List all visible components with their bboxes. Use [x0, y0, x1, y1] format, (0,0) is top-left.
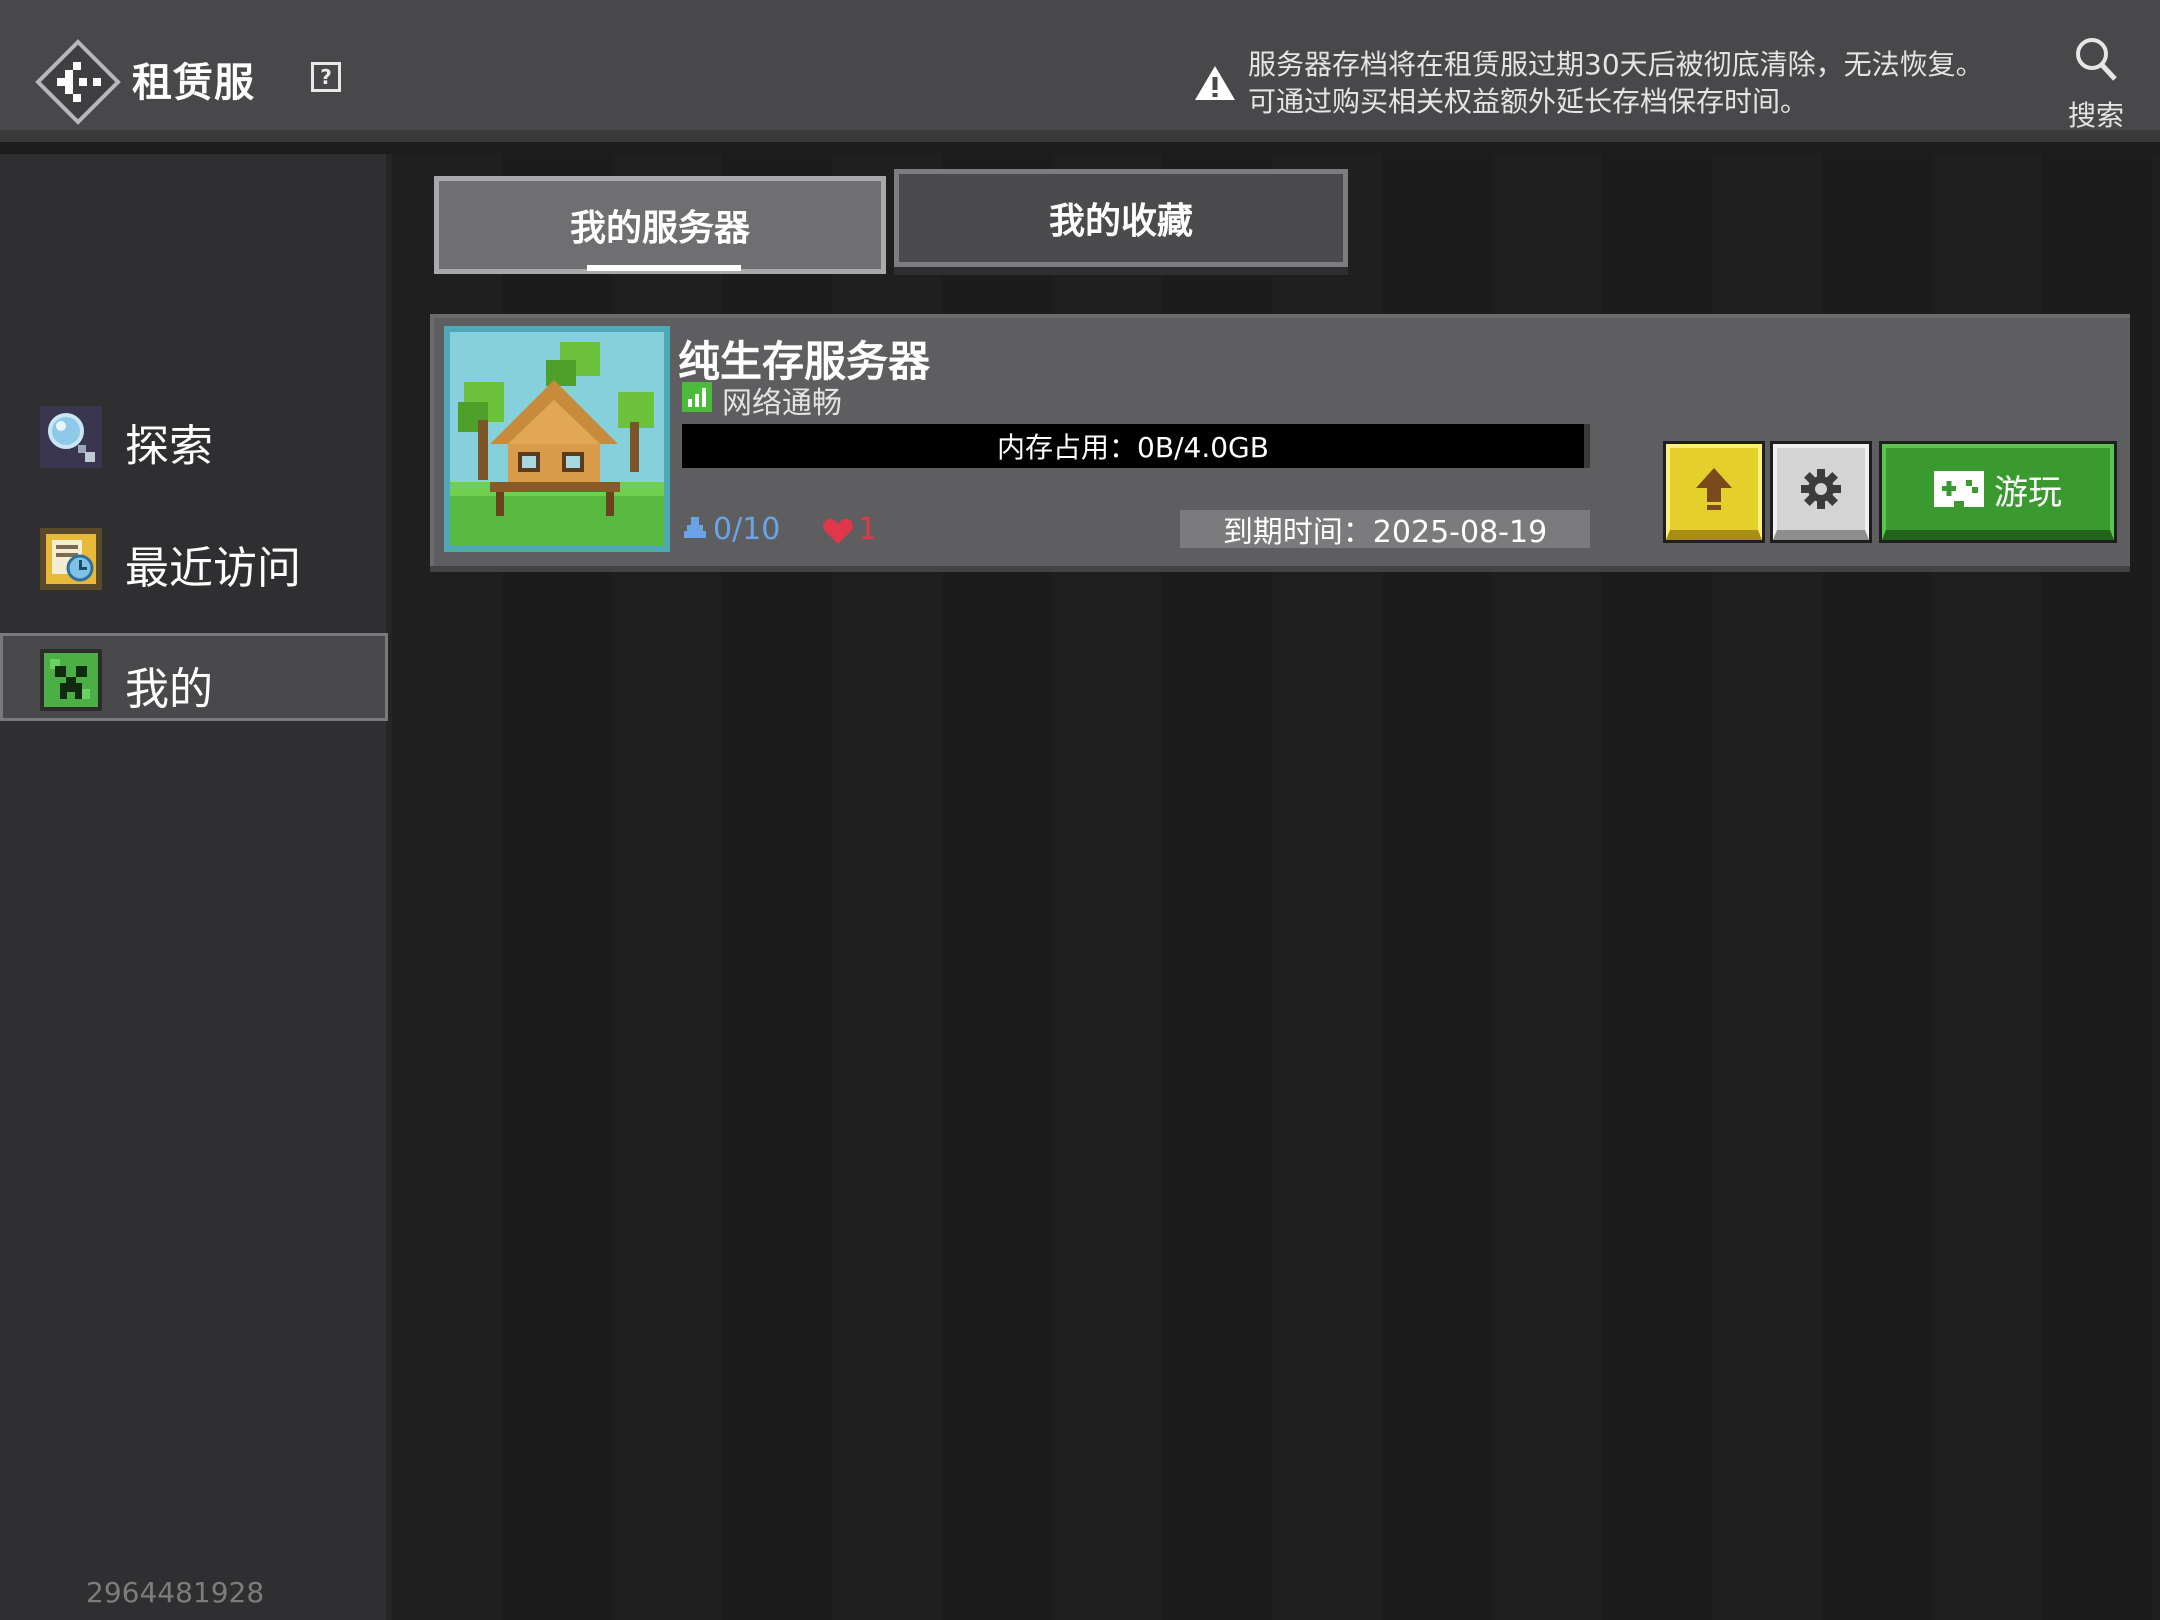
tab-my-favorites[interactable]: 我的收藏: [894, 169, 1348, 267]
tab-label: 我的收藏: [1048, 201, 1193, 242]
notice-line-1: 服务器存档将在租赁服过期30天后被彻底清除，无法恢复。: [1248, 48, 1984, 81]
gamepad-icon: [1934, 471, 1984, 507]
search-label: 搜索: [2067, 99, 2124, 132]
play-button[interactable]: 游玩: [1882, 444, 2114, 540]
players-count: 0/10: [713, 512, 781, 547]
server-thumbnail: [444, 326, 670, 552]
sidebar-item-explore[interactable]: 探索: [0, 390, 388, 478]
creeper-face-icon: [40, 649, 102, 711]
warning-icon: [1195, 66, 1235, 100]
network-status: 网络通畅: [722, 386, 842, 421]
gear-icon: [1801, 469, 1841, 509]
sidebar-item-mine[interactable]: 我的: [0, 633, 388, 721]
page-title: 租赁服: [132, 60, 255, 106]
tab-label: 我的服务器: [569, 208, 750, 249]
back-icon: [35, 39, 121, 125]
sidebar: [0, 154, 392, 1620]
recent-visit-icon: [40, 528, 102, 590]
archive-notice: 服务器存档将在租赁服过期30天后被彻底清除，无法恢复。 可通过购买相关权益额外延…: [1248, 46, 1984, 120]
explore-magnifier-icon: [40, 406, 102, 468]
back-button[interactable]: [35, 39, 121, 125]
tab-my-servers[interactable]: 我的服务器: [434, 176, 886, 274]
upgrade-arrow-icon: [1696, 468, 1732, 510]
sidebar-item-recent[interactable]: 最近访问: [0, 512, 388, 600]
user-id: 2964481928: [86, 1576, 265, 1609]
sidebar-item-label: 探索: [125, 421, 213, 472]
help-icon[interactable]: ?: [311, 62, 341, 92]
top-bar: 租赁服 ? 服务器存档将在租赁服过期30天后被彻底清除，无法恢复。 可通过购买相…: [0, 0, 2160, 142]
active-tab-indicator: [587, 265, 741, 271]
heart-icon: [823, 519, 853, 544]
settings-button[interactable]: [1773, 444, 1869, 540]
expire-date: 到期时间：2025-08-19: [1180, 510, 1590, 550]
search-icon: [2076, 38, 2117, 81]
signal-strength-icon: [682, 382, 712, 412]
memory-usage-label: 内存占用：0B/4.0GB: [997, 431, 1269, 464]
likes-count: 1: [858, 512, 878, 547]
players-icon: [684, 517, 706, 538]
memory-usage-bar: 内存占用：0B/4.0GB: [682, 424, 1590, 468]
play-label: 游玩: [1994, 472, 2062, 513]
search-button[interactable]: 搜索: [2058, 36, 2134, 132]
notice-line-2: 可通过购买相关权益额外延长存档保存时间。: [1248, 85, 1809, 118]
sidebar-item-label: 最近访问: [125, 543, 301, 594]
upgrade-button[interactable]: [1666, 444, 1762, 540]
sidebar-item-label: 我的: [125, 664, 213, 715]
house-image-icon: [450, 332, 664, 546]
